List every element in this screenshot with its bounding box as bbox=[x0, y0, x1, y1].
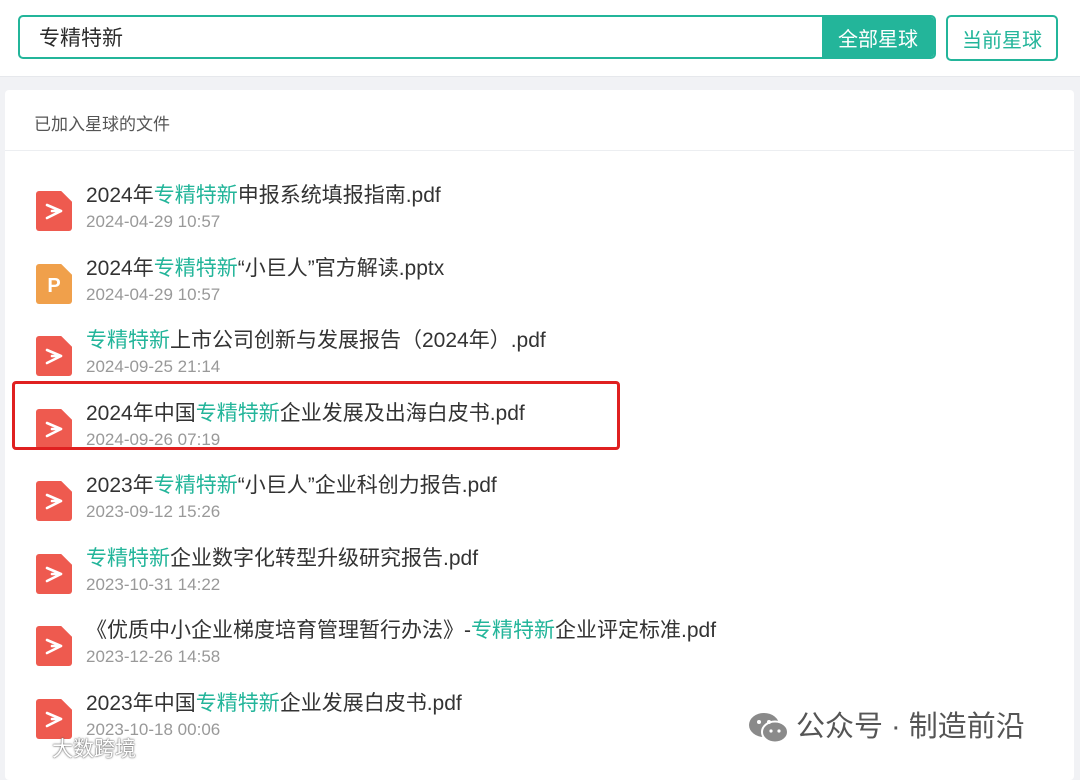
file-list-item[interactable]: 2024年中国专精特新企业发展及出海白皮书.pdf 2024-09-26 07:1… bbox=[34, 400, 794, 456]
file-name[interactable]: 专精特新企业数字化转型升级研究报告.pdf bbox=[86, 545, 478, 573]
file-date: 2023-10-31 14:22 bbox=[86, 575, 221, 594]
weibo-icon bbox=[8, 739, 44, 763]
search-highlight: 专精特新 bbox=[153, 474, 238, 497]
file-list-item[interactable]: 2023年专精特新“小巨人”企业科创力报告.pdf 2023-09-12 15:2… bbox=[34, 472, 794, 528]
search-highlight: 专精特新 bbox=[153, 257, 238, 280]
search-highlight: 专精特新 bbox=[195, 692, 280, 715]
file-date: 2024-09-26 07:19 bbox=[86, 430, 221, 449]
search-bar: 全部星球 当前星球 bbox=[0, 0, 1080, 77]
search-input[interactable] bbox=[20, 17, 826, 57]
search-highlight: 专精特新 bbox=[86, 329, 170, 352]
file-list-item[interactable]: 专精特新上市公司创新与发展报告（2024年）.pdf 2024-09-25 21:… bbox=[34, 327, 794, 383]
divider bbox=[5, 150, 1074, 151]
watermark-text: 大数跨境 bbox=[52, 738, 136, 761]
pdf-file-icon bbox=[36, 481, 72, 521]
pdf-file-icon bbox=[36, 409, 72, 449]
file-name[interactable]: 专精特新上市公司创新与发展报告（2024年）.pdf bbox=[86, 327, 546, 355]
pdf-file-icon bbox=[36, 699, 72, 739]
pdf-file-icon bbox=[36, 554, 72, 594]
search-highlight: 专精特新 bbox=[86, 547, 170, 570]
search-current-planet-button[interactable]: 当前星球 bbox=[946, 15, 1058, 61]
file-list-item[interactable]: P 2024年专精特新“小巨人”官方解读.pptx 2024-04-29 10:57 bbox=[34, 255, 794, 311]
file-date: 2024-04-29 10:57 bbox=[86, 212, 221, 231]
search-highlight: 专精特新 bbox=[195, 402, 280, 425]
file-list-item[interactable]: 2023年中国专精特新企业发展白皮书.pdf 2023-10-18 00:06 bbox=[34, 690, 794, 746]
pdf-file-icon bbox=[36, 191, 72, 231]
search-highlight: 专精特新 bbox=[471, 619, 555, 642]
file-name[interactable]: 《优质中小企业梯度培育管理暂行办法》-专精特新企业评定标准.pdf bbox=[86, 617, 716, 645]
file-name[interactable]: 2024年中国专精特新企业发展及出海白皮书.pdf bbox=[86, 400, 525, 428]
file-date: 2023-12-26 14:58 bbox=[86, 647, 221, 666]
file-name[interactable]: 2024年专精特新“小巨人”官方解读.pptx bbox=[86, 255, 444, 283]
file-date: 2023-09-12 15:26 bbox=[86, 502, 221, 521]
file-name[interactable]: 2023年中国专精特新企业发展白皮书.pdf bbox=[86, 690, 462, 718]
file-list-item[interactable]: 专精特新企业数字化转型升级研究报告.pdf 2023-10-31 14:22 bbox=[34, 545, 794, 601]
pdf-file-icon bbox=[36, 626, 72, 666]
file-date: 2024-09-25 21:14 bbox=[86, 357, 221, 376]
search-all-planets-button[interactable]: 全部星球 bbox=[822, 17, 934, 57]
file-list-item[interactable]: 2024年专精特新申报系统填报指南.pdf 2024-04-29 10:57 bbox=[34, 182, 794, 238]
search-box: 全部星球 bbox=[18, 15, 936, 59]
wechat-icon bbox=[749, 713, 789, 744]
file-name[interactable]: 2023年专精特新“小巨人”企业科创力报告.pdf bbox=[86, 472, 497, 500]
svg-text:P: P bbox=[47, 275, 60, 297]
watermark-text: 公众号 · 制造前沿 bbox=[796, 711, 1025, 743]
panel-title: 已加入星球的文件 bbox=[34, 115, 170, 134]
file-date: 2024-04-29 10:57 bbox=[86, 285, 221, 304]
file-list-item[interactable]: 《优质中小企业梯度培育管理暂行办法》-专精特新企业评定标准.pdf 2023-12… bbox=[34, 617, 794, 673]
pptx-file-icon: P bbox=[36, 264, 72, 304]
search-highlight: 专精特新 bbox=[153, 184, 238, 207]
file-name[interactable]: 2024年专精特新申报系统填报指南.pdf bbox=[86, 182, 441, 210]
pdf-file-icon bbox=[36, 336, 72, 376]
files-panel: 已加入星球的文件 2024年专精特新申报系统填报指南.pdf 2024-04-29… bbox=[5, 90, 1074, 780]
